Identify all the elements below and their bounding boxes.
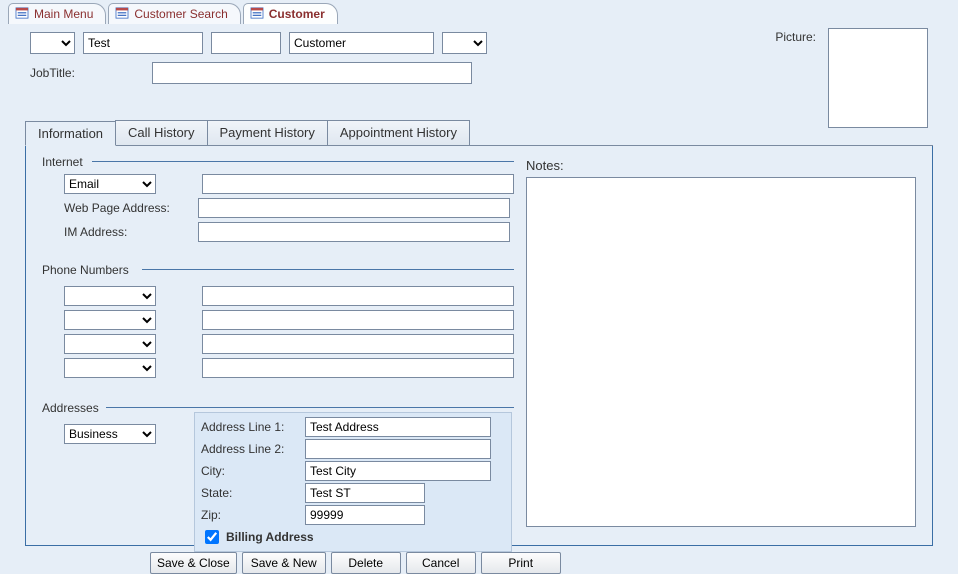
app-tab-strip: Main Menu Customer Search Customer: [0, 0, 958, 24]
email-type-select[interactable]: Email: [64, 174, 156, 194]
tab-information[interactable]: Information: [25, 121, 116, 146]
action-button-bar: Save & Close Save & New Delete Cancel Pr…: [150, 552, 958, 574]
notes-area: Notes:: [526, 158, 916, 530]
notes-label: Notes:: [526, 158, 916, 173]
information-panel: Internet Email Web Page Address: IM Addr…: [25, 146, 933, 546]
app-tab-label: Main Menu: [34, 7, 93, 21]
save-new-button[interactable]: Save & New: [242, 552, 326, 574]
job-title-input[interactable]: [152, 62, 472, 84]
addresses-group-label: Addresses: [38, 401, 103, 415]
app-tab-customer[interactable]: Customer: [243, 3, 338, 24]
phone-numbers-group-label: Phone Numbers: [38, 263, 133, 277]
phone-4-input[interactable]: [202, 358, 514, 378]
app-tab-main-menu[interactable]: Main Menu: [8, 3, 106, 24]
delete-button[interactable]: Delete: [331, 552, 401, 574]
form-icon: [115, 7, 129, 22]
im-address-input[interactable]: [198, 222, 510, 242]
internet-group: Internet Email Web Page Address: IM Addr…: [34, 164, 514, 258]
billing-address-label: Billing Address: [226, 530, 314, 544]
email-input[interactable]: [202, 174, 514, 194]
middle-name-input[interactable]: [211, 32, 281, 54]
first-name-input[interactable]: [83, 32, 203, 54]
address-card: Address Line 1: Address Line 2: City: St…: [194, 412, 512, 552]
phone-1-input[interactable]: [202, 286, 514, 306]
form-icon: [250, 7, 264, 22]
app-tab-label: Customer Search: [134, 7, 227, 21]
addresses-group: Addresses Business Address Line 1: Addre…: [34, 410, 514, 540]
zip-input[interactable]: [305, 505, 425, 525]
tab-payment-history[interactable]: Payment History: [207, 120, 328, 145]
phone-3-input[interactable]: [202, 334, 514, 354]
app-tab-label: Customer: [269, 7, 325, 21]
address-line1-input[interactable]: [305, 417, 491, 437]
save-close-button[interactable]: Save & Close: [150, 552, 237, 574]
phone-type-2-select[interactable]: [64, 310, 156, 330]
web-page-label: Web Page Address:: [64, 201, 190, 215]
internet-group-label: Internet: [38, 155, 87, 169]
billing-address-checkbox[interactable]: [205, 530, 219, 544]
address-type-select[interactable]: Business: [64, 424, 156, 444]
picture-area: Picture:: [775, 28, 928, 128]
address-line2-input[interactable]: [305, 439, 491, 459]
tab-call-history[interactable]: Call History: [115, 120, 207, 145]
phone-type-4-select[interactable]: [64, 358, 156, 378]
notes-textarea[interactable]: [526, 177, 916, 527]
customer-header-area: JobTitle: Picture:: [0, 24, 958, 84]
tab-appointment-history[interactable]: Appointment History: [327, 120, 470, 145]
address-line2-label: Address Line 2:: [201, 442, 301, 456]
picture-placeholder[interactable]: [828, 28, 928, 128]
phone-type-1-select[interactable]: [64, 286, 156, 306]
suffix-select[interactable]: [442, 32, 487, 54]
city-input[interactable]: [305, 461, 491, 481]
job-title-label: JobTitle:: [30, 66, 142, 80]
city-label: City:: [201, 464, 301, 478]
picture-label: Picture:: [775, 28, 816, 44]
phone-2-input[interactable]: [202, 310, 514, 330]
cancel-button[interactable]: Cancel: [406, 552, 476, 574]
last-name-input[interactable]: [289, 32, 434, 54]
print-button[interactable]: Print: [481, 552, 561, 574]
app-tab-customer-search[interactable]: Customer Search: [108, 3, 240, 24]
address-line1-label: Address Line 1:: [201, 420, 301, 434]
prefix-select[interactable]: [30, 32, 75, 54]
zip-label: Zip:: [201, 508, 301, 522]
form-icon: [15, 7, 29, 22]
state-input[interactable]: [305, 483, 425, 503]
phone-type-3-select[interactable]: [64, 334, 156, 354]
phone-numbers-group: Phone Numbers: [34, 272, 514, 396]
state-label: State:: [201, 486, 301, 500]
im-address-label: IM Address:: [64, 225, 190, 239]
web-page-input[interactable]: [198, 198, 510, 218]
